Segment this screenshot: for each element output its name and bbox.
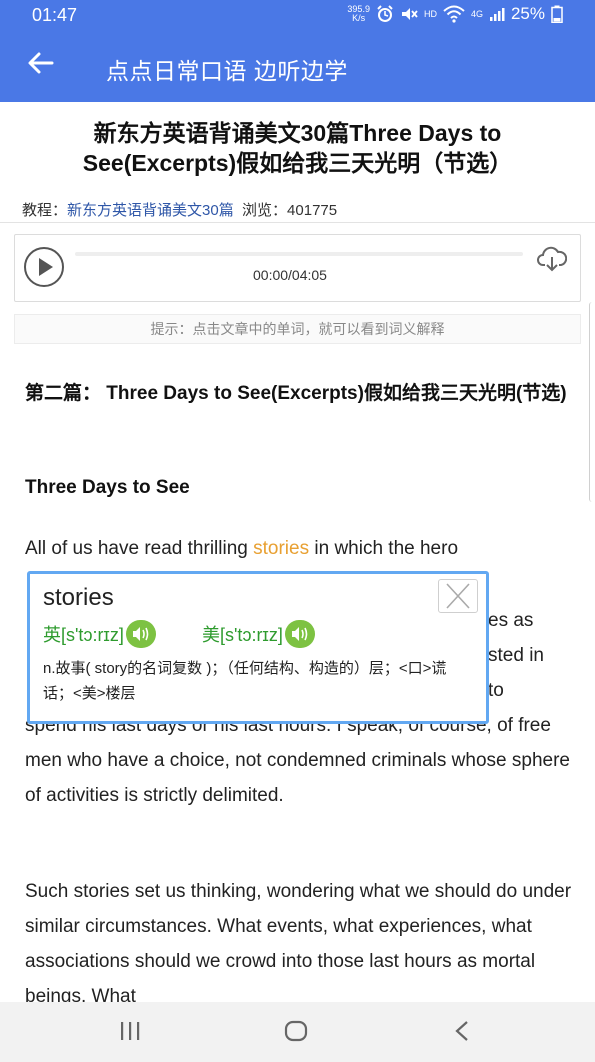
system-nav-bar	[0, 1002, 595, 1062]
meta-course-prefix: 教程：	[22, 202, 68, 219]
word-definition-popup: stories 英[s'tɔ:rɪz] 美[s'tɔ:rɪz] n.故事( st…	[27, 571, 489, 724]
cloud-download-icon[interactable]	[537, 245, 567, 273]
hd-badge: HD	[423, 9, 437, 19]
paragraph-fragment: sted in	[488, 645, 544, 666]
uk-phonetic: 英[s'tɔ:rɪz]	[43, 620, 156, 648]
paragraph-text: Such stories set us thinking, wondering …	[25, 881, 572, 1002]
status-time: 01:47	[32, 5, 78, 25]
back-arrow-icon[interactable]	[26, 48, 56, 78]
speaker-icon[interactable]	[284, 620, 315, 648]
status-bar: 01:47 395.9 K/s HD 4G 25%	[0, 0, 595, 30]
speaker-icon[interactable]	[125, 620, 156, 648]
wifi-icon	[443, 5, 465, 23]
home-icon[interactable]	[283, 1020, 309, 1042]
popup-word: stories	[43, 584, 114, 611]
mute-icon	[401, 8, 418, 20]
us-phonetic-text: 美[s'tɔ:rɪz]	[202, 625, 283, 645]
highlighted-word[interactable]: stories	[253, 538, 309, 559]
battery-icon	[551, 5, 563, 23]
meta-views: 浏览：401775	[242, 202, 338, 219]
header-divider	[0, 222, 595, 223]
paragraph-fragment: to	[488, 680, 504, 701]
audio-progress-track[interactable]	[75, 252, 523, 256]
network-speed: 395.9 K/s	[347, 4, 370, 23]
uk-phonetic-text: 英[s'tɔ:rɪz]	[43, 625, 124, 645]
scroll-indicator[interactable]	[589, 302, 595, 502]
app-bar: 点点日常口语 边听边学	[0, 30, 595, 102]
meta-course-link[interactable]: 新东方英语背诵美文30篇	[67, 202, 234, 219]
paragraph-fragment: es as	[488, 610, 534, 631]
battery-percent: 25%	[510, 4, 545, 23]
audio-time: 00:00/04:05	[253, 267, 327, 283]
section-heading: 第二篇： Three Days to See(Excerpts)假如给我三天光明…	[25, 383, 567, 404]
hint-banner: 提示：点击文章中的单词，就可以看到词义解释	[14, 314, 581, 344]
paragraph-line: All of us have read thrilling stories in…	[25, 538, 458, 560]
audio-player: 00:00/04:05	[14, 234, 581, 302]
app-title: 点点日常口语 边听边学	[106, 58, 348, 84]
article-meta: 教程：新东方英语背诵美文30篇 浏览：401775	[22, 199, 337, 220]
alarm-icon	[377, 5, 393, 22]
network-type: 4G	[470, 9, 483, 19]
text-fragment: in which the hero	[309, 538, 459, 559]
close-icon[interactable]	[438, 579, 478, 613]
article-title: 新东方英语背诵美文30篇Three Days to See(Excerpts)假…	[82, 120, 513, 176]
recent-apps-icon[interactable]	[118, 1020, 142, 1042]
sub-heading: Three Days to See	[25, 477, 190, 498]
play-icon[interactable]	[23, 246, 65, 288]
status-icons: 395.9 K/s HD 4G 25%	[347, 4, 563, 24]
popup-definition: n.故事( story的名词复数 )；（任何结构、构造的）层；<口>谎话；<美>…	[43, 660, 447, 702]
us-phonetic: 美[s'tɔ:rɪz]	[202, 620, 315, 648]
back-icon[interactable]	[452, 1020, 472, 1042]
text-fragment: All of us have read thrilling	[25, 538, 254, 559]
signal-icon	[489, 8, 505, 21]
